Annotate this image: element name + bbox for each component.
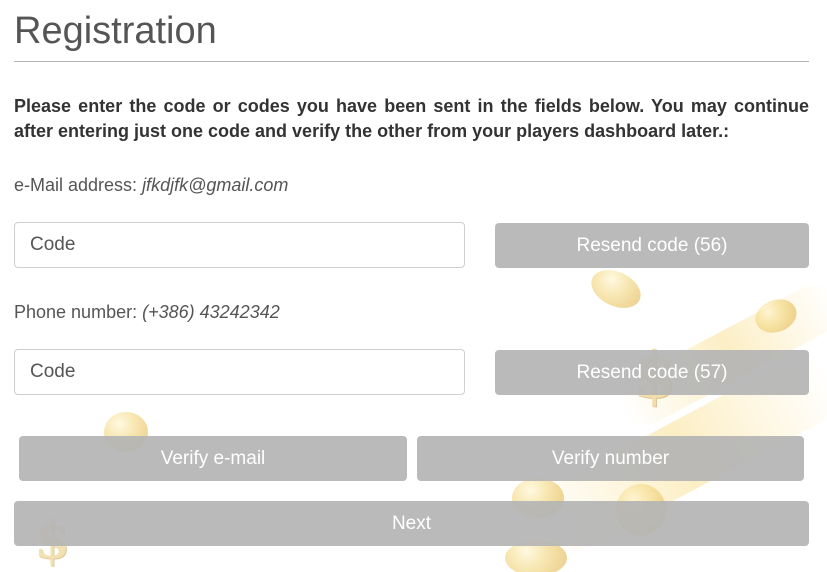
email-value: jfkdjfk@gmail.com bbox=[142, 175, 289, 195]
resend-phone-code-button[interactable]: Resend code (57) bbox=[495, 350, 809, 395]
registration-page: $ $ Registration Please enter the code o… bbox=[0, 0, 827, 572]
instructions-text: Please enter the code or codes you have … bbox=[14, 96, 809, 141]
next-button[interactable]: Next bbox=[14, 501, 809, 546]
phone-label: Phone number: bbox=[14, 302, 138, 322]
phone-info: Phone number: (+386) 43242342 bbox=[14, 302, 280, 323]
verify-number-button[interactable]: Verify number bbox=[417, 436, 804, 481]
verify-email-button[interactable]: Verify e-mail bbox=[19, 436, 407, 481]
phone-value: (+386) 43242342 bbox=[142, 302, 280, 322]
title-divider bbox=[14, 61, 809, 62]
page-title: Registration bbox=[14, 10, 217, 52]
phone-code-input[interactable] bbox=[14, 349, 465, 395]
email-code-input[interactable] bbox=[14, 222, 465, 268]
email-info: e-Mail address: jfkdjfk@gmail.com bbox=[14, 175, 288, 196]
email-label: e-Mail address: bbox=[14, 175, 138, 195]
resend-email-code-button[interactable]: Resend code (56) bbox=[495, 223, 809, 268]
